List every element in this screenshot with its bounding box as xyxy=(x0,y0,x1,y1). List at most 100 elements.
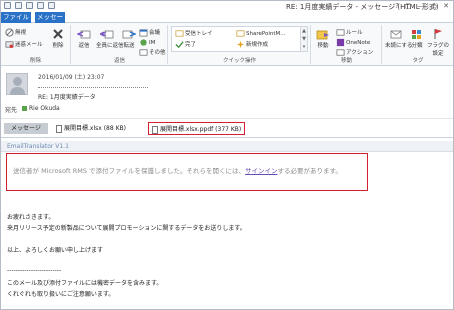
meeting-icon xyxy=(139,29,148,37)
respond-group: 返信 全員に返信 転送 会議 IM その他 返信 xyxy=(72,25,168,64)
forward-button[interactable]: 転送 xyxy=(120,28,138,49)
redo-icon[interactable] xyxy=(26,2,33,9)
ignore-icon xyxy=(5,28,14,37)
quickstep-sharepoint[interactable]: SharePointM... xyxy=(236,29,286,38)
junk-button[interactable]: 迷惑メール xyxy=(5,40,43,49)
mark-unread-button[interactable]: 未読にする xyxy=(385,28,413,49)
outlook-message-window: RE: 1月度実績データ - メッセージ (HTML 形式) ? ▢ — ▭ ✕… xyxy=(0,0,454,310)
done-icon xyxy=(175,41,184,49)
delete-icon xyxy=(53,29,63,39)
up-icon[interactable] xyxy=(37,2,44,9)
undo-icon[interactable] xyxy=(15,2,22,9)
move-label: 移動 xyxy=(317,43,329,49)
sender-redacted xyxy=(38,81,148,88)
quickstep-inbox-label: 受信トレイ xyxy=(185,31,213,37)
help-button[interactable]: ? xyxy=(395,2,399,10)
delete-button[interactable]: 削除 xyxy=(49,28,67,49)
flag-icon xyxy=(434,29,442,39)
quickstep-done-label: 完了 xyxy=(185,42,197,48)
save-icon[interactable] xyxy=(4,2,11,9)
quickstep-new-label: 新規作成 xyxy=(246,42,269,48)
body-line: お疲れさきます。 xyxy=(7,214,55,221)
maximize-button[interactable]: ▭ xyxy=(431,2,438,10)
move-button[interactable]: 移動 xyxy=(314,28,332,49)
to-label: 宛先 xyxy=(5,107,18,114)
ribbon-tabs: ファイル メッセージ xyxy=(1,12,453,32)
close-button[interactable]: ✕ xyxy=(443,2,449,10)
attachment-ppdf[interactable]: 展開目標.xlsx.ppdf (377 KB) xyxy=(148,122,246,135)
quickstep-sharepoint-label: SharePointM... xyxy=(246,31,286,37)
ribbon: 無視 迷惑メール 削除 削除 返信 全員に返信 転送 会議 IM その他 返信 … xyxy=(1,23,453,66)
rules-icon xyxy=(336,29,345,36)
ignore-button[interactable]: 無視 xyxy=(5,28,26,37)
forward-label: 転送 xyxy=(123,43,135,49)
delete-group-label: 削除 xyxy=(29,58,41,64)
quick-access-toolbar xyxy=(4,2,55,9)
onenote-button[interactable]: OneNote xyxy=(336,38,370,47)
forward-icon xyxy=(122,30,136,39)
reply-all-icon xyxy=(100,30,114,39)
reply-all-button[interactable]: 全員に返信 xyxy=(96,28,124,49)
body-line: このメール及び添付ファイルには機密データを含みます。 xyxy=(7,280,163,287)
sign-in-link[interactable]: サインイン xyxy=(245,167,278,175)
categorize-label: 分類 xyxy=(411,43,423,49)
categorize-icon xyxy=(412,30,421,39)
rules-button[interactable]: ルール xyxy=(336,28,363,37)
file-icon xyxy=(56,124,62,133)
down-icon[interactable] xyxy=(48,2,55,9)
move-icon xyxy=(316,30,329,40)
flag-label: フラグの設定 xyxy=(427,43,450,57)
translator-bar: EmailTranslator V1.1 xyxy=(1,141,453,152)
quickstep-inbox[interactable]: 受信トレイ xyxy=(175,29,213,38)
meeting-label: 会議 xyxy=(149,30,161,36)
message-tab[interactable]: メッセージ xyxy=(4,123,48,134)
categorize-button[interactable]: 分類 xyxy=(409,28,425,49)
meeting-button[interactable]: 会議 xyxy=(139,28,160,37)
ribbon-display-button[interactable]: ▢ xyxy=(405,2,412,10)
reply-button[interactable]: 返信 xyxy=(74,28,94,49)
tab-file[interactable]: ファイル xyxy=(1,12,31,23)
onenote-label: OneNote xyxy=(346,40,371,46)
rms-notice-text: 送信者が Microsoft RMS で添付ファイルを保護しました。それらを開く… xyxy=(13,165,342,175)
notice-before: 送信者が Microsoft RMS で添付ファイルを保護しました。それらを開く… xyxy=(13,167,246,175)
quicksteps-scroll[interactable]: ▲ ▼ ▾ xyxy=(301,26,308,52)
message-header: 2016/01/09 (土) 23:07 RE: 1月度実績データ 宛先 Rie… xyxy=(1,67,453,116)
body-line: くれぐれも取り扱いにご注意願います。 xyxy=(7,291,115,298)
quicksteps-gallery: 受信トレイ SharePointM... 完了 新規作成 xyxy=(171,26,301,52)
im-button[interactable]: IM xyxy=(139,38,155,47)
attachment-xlsx[interactable]: 展開目標.xlsx (88 KB) xyxy=(56,122,126,135)
message-subject: RE: 1月度実績データ xyxy=(38,94,96,101)
new-icon xyxy=(236,40,245,49)
reply-icon xyxy=(77,30,91,39)
window-controls: ? ▢ — ▭ ✕ xyxy=(395,2,449,10)
translator-label: EmailTranslator V1.1 xyxy=(7,143,69,150)
respond-group-label: 返信 xyxy=(113,58,125,64)
tab-message[interactable]: メッセージ xyxy=(35,12,65,32)
body-line: ------------------------- xyxy=(7,267,62,274)
presence-icon xyxy=(22,106,27,111)
attachment-xlsx-name: 展開目標.xlsx (88 KB) xyxy=(64,125,126,132)
recipient[interactable]: Rie Okuda xyxy=(22,105,60,112)
ignore-label: 無視 xyxy=(15,30,27,36)
minimize-button[interactable]: — xyxy=(418,2,425,10)
rules-label: ルール xyxy=(346,30,363,36)
quickstep-done[interactable]: 完了 xyxy=(175,40,196,49)
notice-after: する必要があります。 xyxy=(277,167,342,175)
quicksteps-group-label: クイック操作 xyxy=(222,58,256,64)
title-bar: RE: 1月度実績データ - メッセージ (HTML 形式) ? ▢ — ▭ ✕ xyxy=(1,1,453,12)
recipient-name: Rie Okuda xyxy=(29,105,60,112)
body-line: 来月リリース予定の新製品について展開プロモーションに関するデータをお送りします。 xyxy=(7,225,246,232)
reply-label: 返信 xyxy=(78,43,90,49)
quicksteps-group: 受信トレイ SharePointM... 完了 新規作成 ▲ ▼ ▾ クイック操作 xyxy=(169,25,311,64)
move-group: 移動 ルール OneNote アクション 移動 xyxy=(312,25,382,64)
message-date: 2016/01/09 (土) 23:07 xyxy=(38,74,105,81)
quickstep-new[interactable]: 新規作成 xyxy=(236,40,268,49)
flag-button[interactable]: フラグの設定 xyxy=(427,28,449,57)
im-label: IM xyxy=(149,40,156,46)
delete-label: 削除 xyxy=(52,43,64,49)
tags-group: 未読にする 分類 フラグの設定 タグ xyxy=(383,25,453,64)
onenote-icon xyxy=(336,38,345,47)
junk-label: 迷惑メール xyxy=(15,42,43,48)
attachment-bar: メッセージ 展開目標.xlsx (88 KB) 展開目標.xlsx.ppdf (… xyxy=(1,118,453,138)
unread-icon xyxy=(390,30,402,39)
